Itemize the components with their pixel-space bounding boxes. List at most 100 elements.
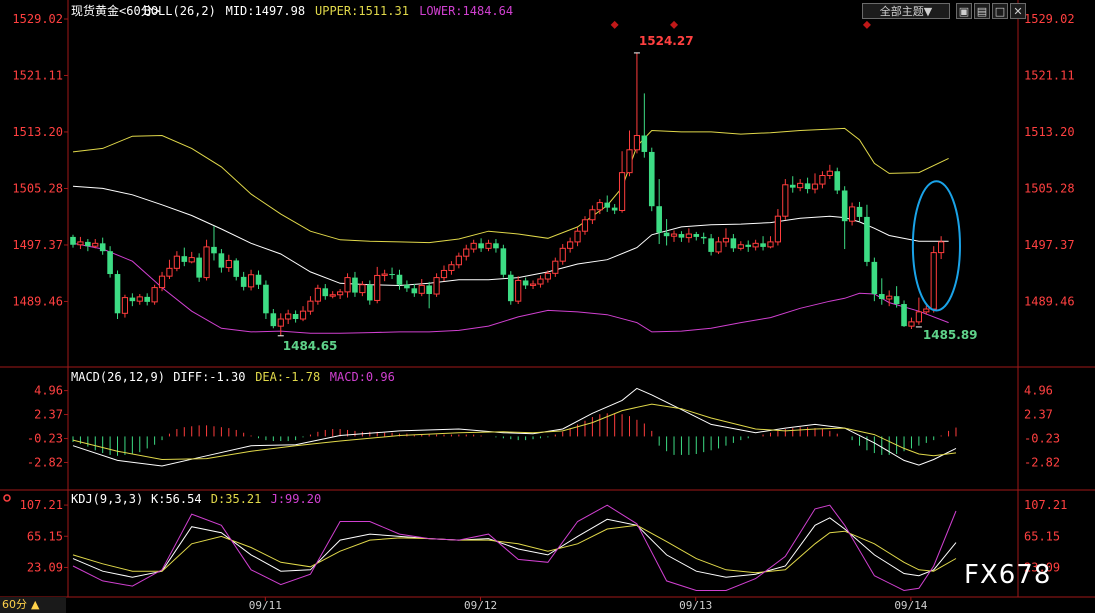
candle-body-up [277,318,284,327]
macd-y-tick-left: -2.82 [27,455,63,469]
candle-body-down [85,241,91,247]
candle-body-up [908,321,915,327]
candle-body-up [797,182,804,189]
watermark-logo: FX678 [964,560,1052,590]
candle-body-up [737,244,744,249]
candle-body-down [789,184,796,188]
theme-dropdown-button[interactable]: 全部主题▼ [862,3,950,19]
candle-body-down [700,236,707,239]
main-y-tick-right: 1529.02 [1024,12,1075,26]
candle-body-up [811,183,819,190]
candle-body-up [722,237,730,243]
candle-body-up [596,202,603,211]
candle-body-up [448,264,455,271]
candle-body-up [626,149,633,174]
period-tab[interactable]: 60分 ▲ [0,597,66,613]
candle-body-down [500,248,507,275]
candle-body-up [455,255,462,266]
candle-body-up [826,170,833,177]
candle-body-up [529,283,537,286]
candle-body-down [114,274,121,314]
main-y-tick-right: 1521.11 [1024,68,1075,82]
kdj-legend-item: D:35.21 [211,492,262,506]
candle-body-down [604,202,611,208]
candle-body-up [752,242,759,248]
extreme-price-label: 1485.89 [923,328,978,342]
candle-body-up [567,241,574,249]
kdj-y-tick-left: 65.15 [27,529,63,543]
window-minimize-icon[interactable]: ▤ [974,3,990,19]
trading-chart[interactable]: 1524.27 1484.65 1485.89 1529.02 1529.02 1521… [0,0,1095,613]
candle-body-down [478,243,484,249]
candle-body-down [611,207,618,211]
kdj-y-tick-right: 107.21 [1024,498,1067,512]
candle-body-up [552,260,559,274]
candle-body-up [247,274,255,288]
candle-body-down [196,257,202,278]
candle-body-down [181,256,188,262]
candle-body-up [782,184,789,217]
candle-body-down [834,171,841,191]
candle-body-up [225,259,232,269]
candle-body-up [337,291,344,296]
candle-body-down [804,183,811,190]
main-legend-item: UPPER:1511.31 [315,4,409,18]
candle-body-up [485,242,492,249]
candle-body-up [581,219,589,232]
kdj-y-tick-right: 65.15 [1024,529,1060,543]
candle-body-up [767,241,774,248]
candle-body-up [886,295,893,300]
candle-body-up [923,308,930,313]
candle-body-down [352,277,358,293]
period-tab-arrow-icon: ▲ [31,598,40,611]
candle-body-up [329,294,336,297]
macd-y-tick-left: 4.96 [34,384,63,398]
window-restore-icon[interactable]: ▣ [956,3,972,19]
main-y-tick-left: 1513.20 [12,125,63,139]
candle-body-up [314,287,321,302]
candle-body-up [930,252,937,310]
macd-y-tick-right: 2.37 [1024,408,1053,422]
candle-body-down [901,304,907,327]
candle-body-up [544,272,551,280]
candle-body-up [574,230,581,243]
candle-body-up [299,310,307,320]
candle-body-down [856,206,863,217]
candle-body-down [404,284,410,289]
candle-body-down [693,234,700,237]
candle-body-down [708,238,714,252]
candle-body-down [389,274,395,276]
candle-body-down [493,243,499,249]
candle-body-up [77,241,84,246]
main-y-tick-left: 1497.37 [12,238,63,252]
candle-body-up [515,279,522,302]
main-y-tick-left: 1505.28 [12,181,63,195]
window-maximize-icon[interactable]: □ [992,3,1008,19]
candle-body-up [715,241,722,253]
window-close-icon[interactable]: ✕ [1010,3,1026,19]
candle-body-up [344,277,351,293]
macd-y-tick-right: -0.23 [1024,432,1060,446]
candle-body-up [537,278,544,285]
kdj-legend-item: J:99.20 [271,492,322,506]
candle-body-down [322,288,329,297]
candle-body-down [864,216,870,262]
main-legend-item: BOLL(26,2) [144,4,216,18]
candle-body-down [507,274,514,302]
x-tick-label: 09/11 [249,599,282,612]
candle-body-up [819,175,826,185]
candle-body-down [70,236,76,245]
extreme-price-label: 1524.27 [639,34,694,48]
candle-body-up [158,275,166,289]
candle-body-up [670,233,678,237]
candle-body-down [522,280,529,286]
candle-body-down [841,190,848,222]
candle-body-down [663,232,670,237]
macd-y-tick-right: 4.96 [1024,384,1053,398]
macd-y-tick-left: 2.37 [34,408,63,422]
candle-body-up [685,233,692,239]
candle-body-up [418,284,425,294]
candle-body-up [774,215,781,243]
candle-body-up [285,313,292,320]
candle-body-down [240,276,247,287]
